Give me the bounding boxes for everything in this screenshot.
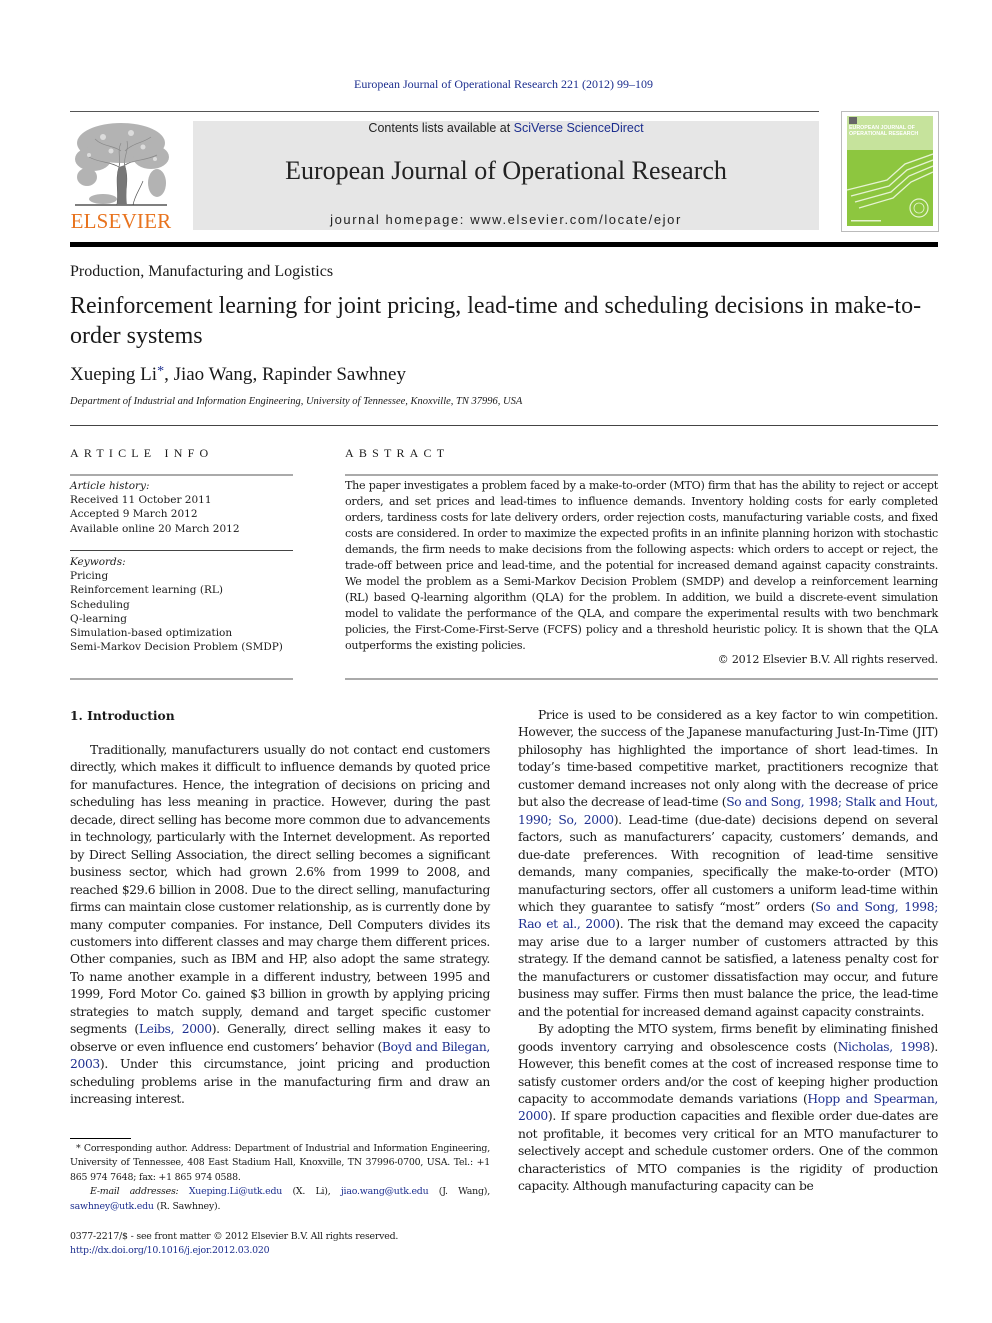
history-item: Received 11 October 2011	[70, 494, 212, 507]
abstract-text: The paper investigates a problem faced b…	[345, 479, 938, 652]
keyword-item: Scheduling	[70, 598, 130, 611]
header-rule	[70, 111, 819, 112]
history-item: Available online 20 March 2012	[70, 522, 240, 535]
author-name[interactable]: Rapinder Sawhney	[262, 364, 406, 385]
keyword-item: Reinforcement learning (RL)	[70, 584, 223, 597]
body-column-right: Price is used to be considered as a key …	[518, 707, 938, 1196]
elsevier-wordmark: ELSEVIER	[70, 209, 172, 233]
section-type: Production, Manufacturing and Logistics	[70, 263, 334, 280]
keyword-item: Q-learning	[70, 612, 127, 625]
article-info-rule	[70, 474, 293, 476]
tree-icon	[75, 123, 169, 206]
corresponding-author-note: * Corresponding author. Address: Departm…	[70, 1143, 490, 1183]
email-addresses: E-mail addresses: Xueping.Li@utk.edu (X.…	[70, 1185, 490, 1214]
elsevier-logo[interactable]: ELSEVIER	[70, 117, 172, 235]
citation-link[interactable]: Nicholas, 1998	[838, 1040, 931, 1054]
email-owner: (J. Wang),	[428, 1186, 490, 1198]
author-list: Xueping Li*, Jiao Wang, Rapinder Sawhney	[70, 364, 406, 386]
header-divider	[70, 425, 938, 426]
abstract-rule	[345, 474, 938, 476]
citation-link[interactable]: Leibs, 2000	[139, 1022, 212, 1036]
homepage-prefix: journal homepage:	[330, 212, 471, 227]
homepage-line: journal homepage: www.elsevier.com/locat…	[193, 212, 819, 227]
article-history: Article history: Received 11 October 201…	[70, 479, 293, 536]
doi-link[interactable]: http://dx.doi.org/10.1016/j.ejor.2012.03…	[70, 1244, 490, 1258]
affiliation: Department of Industrial and Information…	[70, 396, 523, 407]
body-paragraph: Traditionally, manufacturers usually do …	[70, 742, 490, 1109]
history-label: Article history:	[70, 480, 150, 492]
cover-title-line2: OPERATIONAL RESEARCH	[849, 131, 919, 137]
cover-artwork: EUROPEAN JOURNAL OF OPERATIONAL RESEARCH	[847, 116, 933, 226]
cover-stripes-icon	[847, 153, 933, 222]
body-column-left: Traditionally, manufacturers usually do …	[70, 742, 490, 1109]
author-separator: ,	[164, 364, 174, 385]
abstract-bottom-rule	[345, 678, 938, 680]
email-owner: (X. Li),	[282, 1186, 341, 1198]
cover-publisher-mark	[849, 117, 857, 124]
front-matter: 0377-2217/$ - see front matter © 2012 El…	[70, 1230, 490, 1259]
abstract-copyright: © 2012 Elsevier B.V. All rights reserved…	[717, 653, 939, 666]
article-info-bottom-rule	[70, 678, 293, 680]
cover-title: EUROPEAN JOURNAL OF OPERATIONAL RESEARCH	[849, 125, 918, 137]
keywords-label: Keywords:	[70, 556, 126, 568]
body-text: ). The risk that the demand may exceed t…	[518, 917, 938, 1019]
email-link[interactable]: jiao.wang@utk.edu	[341, 1186, 429, 1197]
footnote-rule	[70, 1138, 131, 1139]
article-info-heading: ARTICLE INFO	[70, 446, 214, 460]
keyword-item: Semi-Markov Decision Problem (SMDP)	[70, 641, 283, 654]
author-name[interactable]: Xueping Li	[70, 364, 157, 385]
contents-line: Contents lists available at SciVerse Sci…	[193, 121, 819, 135]
footnote: * Corresponding author. Address: Departm…	[70, 1142, 490, 1214]
body-text: Traditionally, manufacturers usually do …	[70, 743, 490, 1037]
keywords-list: Keywords: Pricing Reinforcement learning…	[70, 555, 293, 654]
body-text: ). Lead-time (due-date) decisions depend…	[518, 812, 938, 914]
journal-cover[interactable]: EUROPEAN JOURNAL OF OPERATIONAL RESEARCH	[841, 111, 939, 232]
journal-banner: Contents lists available at SciVerse Sci…	[193, 121, 819, 230]
running-head[interactable]: European Journal of Operational Research…	[0, 77, 992, 92]
abstract-heading: ABSTRACT	[345, 446, 450, 460]
journal-title[interactable]: European Journal of Operational Research	[193, 156, 819, 186]
homepage-link[interactable]: www.elsevier.com/locate/ejor	[470, 212, 682, 227]
keyword-item: Simulation-based optimization	[70, 627, 233, 640]
sciencedirect-link[interactable]: SciVerse ScienceDirect	[514, 121, 644, 135]
email-link[interactable]: sawhney@utk.edu	[70, 1201, 154, 1212]
history-item: Accepted 9 March 2012	[70, 508, 198, 521]
article-title: Reinforcement learning for joint pricing…	[70, 293, 922, 349]
body-paragraph: By adopting the MTO system, firms benefi…	[518, 1021, 938, 1196]
email-link[interactable]: Xueping.Li@utk.edu	[189, 1186, 283, 1197]
body-text: ). If spare production capacities and fl…	[518, 1109, 938, 1194]
section-heading-introduction: 1. Introduction	[70, 708, 175, 723]
header-thick-rule	[70, 242, 938, 247]
keywords-rule	[70, 550, 293, 551]
body-text: ). Under this circumstance, joint pricin…	[70, 1057, 490, 1107]
author-name[interactable]: Jiao Wang	[174, 364, 253, 385]
keyword-item: Pricing	[70, 570, 109, 583]
email-owner: (R. Sawhney).	[153, 1200, 221, 1212]
author-separator: ,	[252, 364, 262, 385]
email-label: E-mail addresses:	[90, 1186, 179, 1198]
contents-prefix: Contents lists available at	[368, 121, 514, 135]
front-matter-text: 0377-2217/$ - see front matter © 2012 El…	[70, 1231, 399, 1242]
body-paragraph: Price is used to be considered as a key …	[518, 707, 938, 1021]
